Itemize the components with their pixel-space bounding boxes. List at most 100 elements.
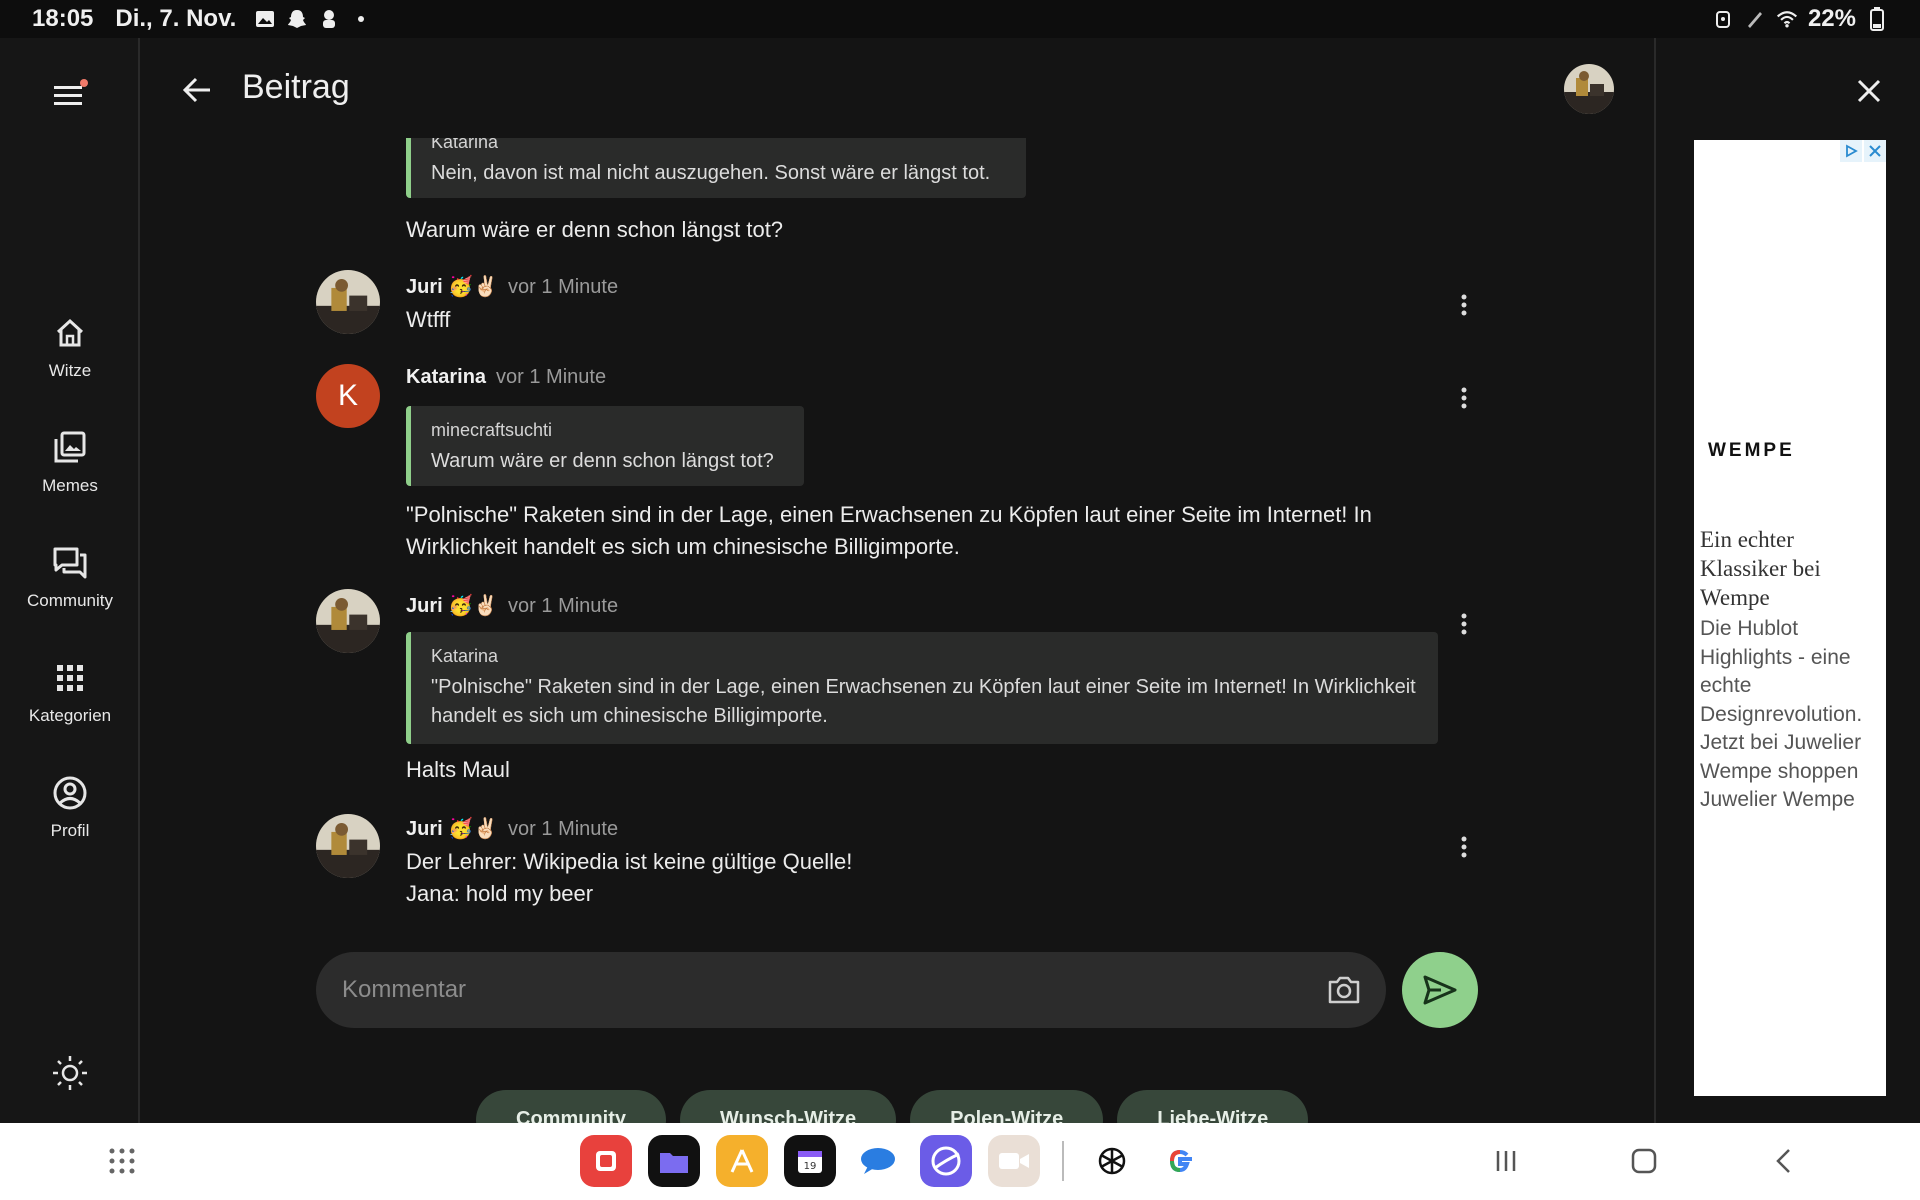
comment-author[interactable]: Juri 🥳✌🏻 vor 1 Minute [406,274,618,299]
app-store-icon[interactable] [716,1135,768,1187]
app-dock: 19 [580,1135,1206,1187]
avatar-image-icon [316,270,380,334]
comment-time: vor 1 Minute [508,276,619,298]
google-app-icon[interactable] [1154,1135,1206,1187]
comment-time: vor 1 Minute [508,595,619,617]
ad-close-button[interactable] [1864,140,1886,162]
app-drawer-button[interactable] [106,1145,138,1177]
browser-app-icon[interactable] [920,1135,972,1187]
home-button[interactable] [1628,1145,1660,1177]
dock-separator [1062,1141,1064,1181]
comment-list: Katarina Nein, davon ist mal nicht auszu… [140,138,1654,1123]
avatar-image-icon [1564,64,1614,114]
author-name[interactable]: Juri 🥳✌🏻 [406,595,498,617]
ad-brand-logo[interactable]: WEMPE [1708,440,1795,462]
navigation-rail: Witze Memes Community Kategorien Profil [0,38,140,1123]
notes-app-icon[interactable] [580,1135,632,1187]
comment-avatar[interactable]: K [316,364,380,428]
wifi-icon [1776,8,1798,30]
adchoices-button[interactable] [1840,140,1862,162]
ad-body[interactable]: Die Hublot Highlights - eine echte Desig… [1700,615,1886,815]
author-name[interactable]: Katarina [406,366,486,388]
more-options-button[interactable] [1452,835,1476,859]
recent-apps-button[interactable] [1490,1145,1522,1177]
quoted-reply: Katarina Nein, davon ist mal nicht auszu… [406,138,1026,198]
status-date: Di., 7. Nov. [115,5,237,32]
quote-author: Katarina [431,646,499,666]
home-icon [56,318,84,347]
author-name[interactable]: Juri 🥳✌🏻 [406,818,498,840]
more-options-button[interactable] [1452,612,1476,636]
chevron-left-icon [1776,1149,1790,1173]
ad-body-text: Die Hublot Highlights - eine echte Desig… [1700,617,1863,783]
rail-item-kategorien[interactable]: Kategorien [0,658,140,726]
battery-icon [1866,7,1888,31]
svg-text:19: 19 [804,1161,817,1172]
more-vert-icon [1461,613,1467,635]
comment-author[interactable]: Katarina vor 1 Minute [406,366,606,389]
comment-avatar[interactable] [316,814,380,878]
quote-text: Warum wäre er denn schon längst tot? [431,450,774,472]
chip-community[interactable]: Community [476,1090,666,1123]
attach-photo-button[interactable] [1326,972,1362,1008]
menu-button[interactable] [52,78,88,114]
quote-author: Katarina [431,138,499,152]
rail-item-label: Kategorien [28,706,112,725]
comment-text: "Polnische" Raketen sind in der Lage, ei… [406,502,1372,559]
more-options-button[interactable] [1452,293,1476,317]
ad-headline[interactable]: Ein echter Klassiker bei Wempe [1700,525,1880,612]
rail-item-memes[interactable]: Memes [0,428,140,496]
comment-text: Warum wäre er denn schon längst tot? [406,217,784,242]
rail-item-profil[interactable]: Profil [0,773,140,841]
system-back-button[interactable] [1768,1145,1800,1177]
forum-icon [53,547,87,579]
comment-input[interactable] [342,970,1282,1010]
rail-item-community[interactable]: Community [0,543,140,611]
hamburger-menu-icon [54,79,88,105]
calendar-app-icon[interactable]: 19 [784,1135,836,1187]
theme-toggle-button[interactable] [50,1053,90,1093]
avatar-image-icon [316,589,380,653]
comment-author[interactable]: Juri 🥳✌🏻 vor 1 Minute [406,816,618,841]
comment-text: Wtfff [406,307,451,332]
chip-wunsch-witze[interactable]: Wunsch-Witze [680,1090,897,1123]
comment-time: vor 1 Minute [508,818,619,840]
quote-text: Nein, davon ist mal nicht auszugehen. So… [431,162,991,184]
quoted-reply: minecraftsuchti Warum wäre er denn schon… [406,406,804,486]
top-app-bar: Beitrag [140,38,1654,138]
ad-advertiser: Juwelier Wempe [1700,788,1855,811]
gallery-notification-icon [254,8,276,30]
advertisement[interactable]: WEMPE Ein echter Klassiker bei Wempe Die… [1694,140,1886,1096]
video-call-app-icon[interactable] [988,1135,1040,1187]
messages-app-icon[interactable] [852,1135,904,1187]
chip-polen-witze[interactable]: Polen-Witze [910,1090,1104,1123]
chatgpt-app-icon[interactable] [1086,1135,1138,1187]
more-options-button[interactable] [1452,386,1476,410]
close-panel-button[interactable] [1852,74,1886,108]
more-vert-icon [1461,294,1467,316]
rail-item-witze[interactable]: Witze [0,313,140,381]
rail-item-label: Witze [48,361,92,380]
user-avatar[interactable] [1564,64,1614,114]
author-name[interactable]: Juri 🥳✌🏻 [406,276,498,298]
quoted-reply: Katarina "Polnische" Raketen sind in der… [406,632,1438,744]
send-button[interactable] [1402,952,1478,1028]
grid-icon [57,665,83,691]
comment-author[interactable]: Juri 🥳✌🏻 vor 1 Minute [406,593,618,618]
battery-percent: 22% [1807,5,1856,32]
comment-text: Halts Maul [406,757,510,782]
comment-avatar[interactable] [316,589,380,653]
quote-text: "Polnische" Raketen sind in der Lage, ei… [431,676,1416,727]
camera-icon [1328,976,1360,1004]
comment-avatar[interactable] [316,270,380,334]
back-button[interactable] [180,72,216,108]
category-chips: Community Wunsch-Witze Polen-Witze Liebe… [476,1090,1309,1123]
chip-liebe-witze[interactable]: Liebe-Witze [1117,1090,1309,1123]
adchoices-icon [1846,144,1858,158]
page-title: Beitrag [242,68,350,106]
quote-author: minecraftsuchti [431,420,553,440]
files-app-icon[interactable] [648,1135,700,1187]
close-icon [1857,79,1881,103]
snapchat-notification-icon [286,8,308,30]
sun-icon [53,1056,87,1090]
